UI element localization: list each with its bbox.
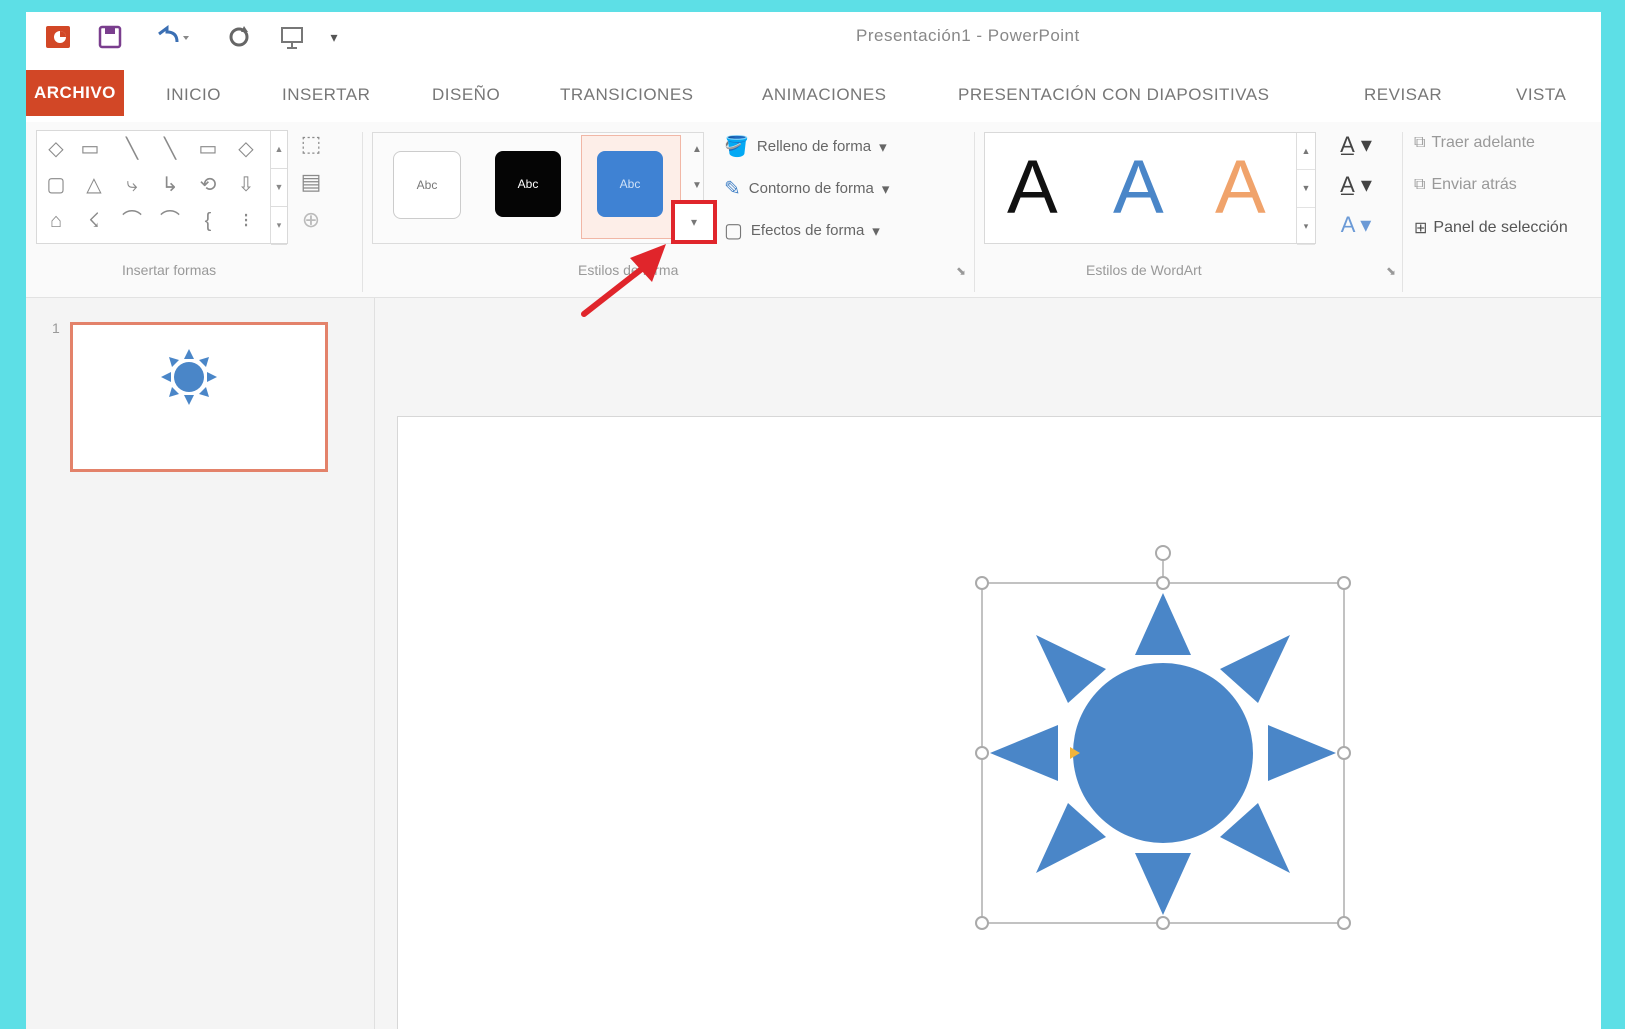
- group-label-wordart: Estilos de WordArt: [1086, 262, 1202, 278]
- customize-qat-icon[interactable]: ▾: [322, 22, 346, 52]
- shape-outline-button[interactable]: ✎ Contorno de forma ▾: [724, 176, 889, 201]
- merge-shapes-icon[interactable]: ⊕: [296, 206, 326, 234]
- shape-icon[interactable]: ☇: [79, 207, 109, 235]
- ribbon-tabs: ARCHIVO INICIO INSERTAR DISEÑO TRANSICIO…: [26, 70, 1601, 120]
- wordart-style-blue[interactable]: A: [1113, 143, 1164, 233]
- arc-shape-icon[interactable]: ⌒: [155, 207, 185, 235]
- tab-animaciones[interactable]: ANIMACIONES: [762, 76, 887, 114]
- selection-pane-icon: ⊞: [1414, 220, 1428, 237]
- undo-icon[interactable]: [148, 22, 198, 52]
- gallery-more-icon[interactable]: ▾: [1297, 208, 1315, 245]
- diamond-shape-icon[interactable]: ◇: [231, 135, 261, 163]
- text-box-icon[interactable]: ▤: [296, 168, 326, 196]
- shapes-gallery[interactable]: ◇ ▭ ╲ ╲ ▭ ◇ ▢ △ ⤷ ↳ ⟲ ⇩ ⌂ ☇ ⌒ ⌒ { ⁝ ▲ ▼ …: [36, 130, 288, 245]
- text-effects-icon[interactable]: A ▾: [1331, 212, 1381, 246]
- slide-thumbnail[interactable]: [70, 322, 328, 472]
- paint-bucket-icon: 🪣: [724, 136, 749, 158]
- bracket-shape-icon[interactable]: ⁝: [231, 207, 261, 235]
- slide-canvas[interactable]: [397, 416, 1601, 1029]
- tab-inicio[interactable]: INICIO: [166, 76, 221, 114]
- bring-forward-icon: ⧉: [1414, 134, 1426, 151]
- sun-shape[interactable]: [398, 417, 1601, 1029]
- shapes-gallery-scroll[interactable]: ▲ ▼ ▾: [270, 131, 287, 245]
- line-shape-icon[interactable]: ╲: [155, 135, 185, 163]
- gallery-more-icon[interactable]: ▾: [271, 207, 287, 245]
- window-title: Presentación1 - PowerPoint: [856, 26, 1080, 45]
- group-label-shape-styles: Estilos de forma: [578, 262, 679, 278]
- slide-number: 1: [52, 320, 60, 336]
- circle-arrow-shape-icon[interactable]: ⟲: [193, 171, 223, 199]
- arc-shape-icon[interactable]: ⌒: [117, 207, 147, 235]
- wordart-style-orange[interactable]: A: [1215, 143, 1266, 233]
- title-bar: ▾ Presentación1 - PowerPoint: [26, 12, 1601, 64]
- dialog-launcher-icon[interactable]: ⬊: [1386, 264, 1396, 278]
- shape-style-blue[interactable]: Abc: [597, 151, 663, 217]
- group-separator: [974, 132, 975, 292]
- send-backward-button[interactable]: ⧉ Enviar atrás: [1414, 176, 1517, 194]
- shape-fill-button[interactable]: 🪣 Relleno de forma ▾: [724, 134, 887, 159]
- powerpoint-window: ▾ Presentación1 - PowerPoint ARCHIVO INI…: [26, 12, 1601, 1029]
- rectangle-shape-icon[interactable]: ▢: [41, 171, 71, 199]
- connector-shape-icon[interactable]: ↳: [155, 171, 185, 199]
- shape-icon[interactable]: ◇: [41, 135, 71, 163]
- dialog-launcher-icon[interactable]: ⬊: [956, 264, 966, 278]
- tab-vista[interactable]: VISTA: [1516, 76, 1566, 114]
- wordart-scroll[interactable]: ▲ ▼ ▾: [1296, 133, 1315, 245]
- scroll-up-icon[interactable]: ▲: [688, 132, 706, 168]
- pencil-icon: ✎: [724, 178, 741, 200]
- shape-style-black[interactable]: Abc: [495, 151, 561, 217]
- scroll-up-icon[interactable]: ▲: [271, 131, 287, 169]
- selection-pane-button[interactable]: ⊞ Panel de selección: [1414, 218, 1568, 238]
- wordart-style-black[interactable]: A: [1007, 143, 1058, 233]
- line-shape-icon[interactable]: ╲: [117, 135, 147, 163]
- save-icon[interactable]: [92, 22, 128, 52]
- scroll-down-icon[interactable]: ▼: [688, 168, 706, 204]
- tab-insertar[interactable]: INSERTAR: [282, 76, 370, 114]
- shape-icon[interactable]: ⌂: [41, 207, 71, 235]
- tab-archivo[interactable]: ARCHIVO: [26, 70, 124, 116]
- shape-icon[interactable]: ▭: [75, 135, 105, 163]
- powerpoint-logo-icon: [40, 22, 76, 52]
- edit-shape-icon[interactable]: ⬚: [296, 130, 326, 158]
- group-separator: [1402, 132, 1403, 292]
- bring-forward-button[interactable]: ⧉ Traer adelante: [1414, 134, 1535, 152]
- redo-icon[interactable]: [221, 22, 257, 52]
- sun-thumbnail-icon: [161, 349, 217, 405]
- start-from-beginning-icon[interactable]: [274, 22, 310, 52]
- text-outline-icon[interactable]: A̲ ▾: [1331, 172, 1381, 206]
- text-fill-icon[interactable]: A̲ ▾: [1331, 132, 1381, 166]
- scroll-down-icon[interactable]: ▼: [271, 169, 287, 207]
- tab-diseno[interactable]: DISEÑO: [432, 76, 500, 114]
- wordart-gallery[interactable]: A A A ▲ ▼ ▾: [984, 132, 1316, 245]
- slides-pane: 1: [26, 298, 375, 1029]
- scroll-down-icon[interactable]: ▼: [1297, 170, 1315, 208]
- effects-icon: ▢: [724, 220, 743, 242]
- rectangle-shape-icon[interactable]: ▭: [193, 135, 223, 163]
- group-label-insert-shapes: Insertar formas: [122, 262, 217, 278]
- down-arrow-shape-icon[interactable]: ⇩: [231, 171, 261, 199]
- tab-transiciones[interactable]: TRANSICIONES: [560, 76, 694, 114]
- group-separator: [362, 132, 363, 292]
- slide-editing-area: [375, 298, 1601, 1029]
- shape-styles-gallery[interactable]: Abc Abc Abc: [372, 132, 704, 244]
- tab-presentacion[interactable]: PRESENTACIÓN CON DIAPOSITIVAS: [958, 76, 1269, 114]
- send-backward-icon: ⧉: [1414, 176, 1426, 193]
- tab-revisar[interactable]: REVISAR: [1364, 76, 1442, 114]
- brace-shape-icon[interactable]: {: [193, 207, 223, 235]
- shape-style-white[interactable]: Abc: [393, 151, 461, 219]
- ribbon: ◇ ▭ ╲ ╲ ▭ ◇ ▢ △ ⤷ ↳ ⟲ ⇩ ⌂ ☇ ⌒ ⌒ { ⁝ ▲ ▼ …: [26, 122, 1601, 298]
- shape-effects-button[interactable]: ▢ Efectos de forma ▾: [724, 218, 880, 243]
- shape-styles-more-button[interactable]: ▾: [671, 200, 717, 244]
- triangle-shape-icon[interactable]: △: [79, 171, 109, 199]
- scroll-up-icon[interactable]: ▲: [1297, 133, 1315, 171]
- connector-shape-icon[interactable]: ⤷: [117, 171, 147, 199]
